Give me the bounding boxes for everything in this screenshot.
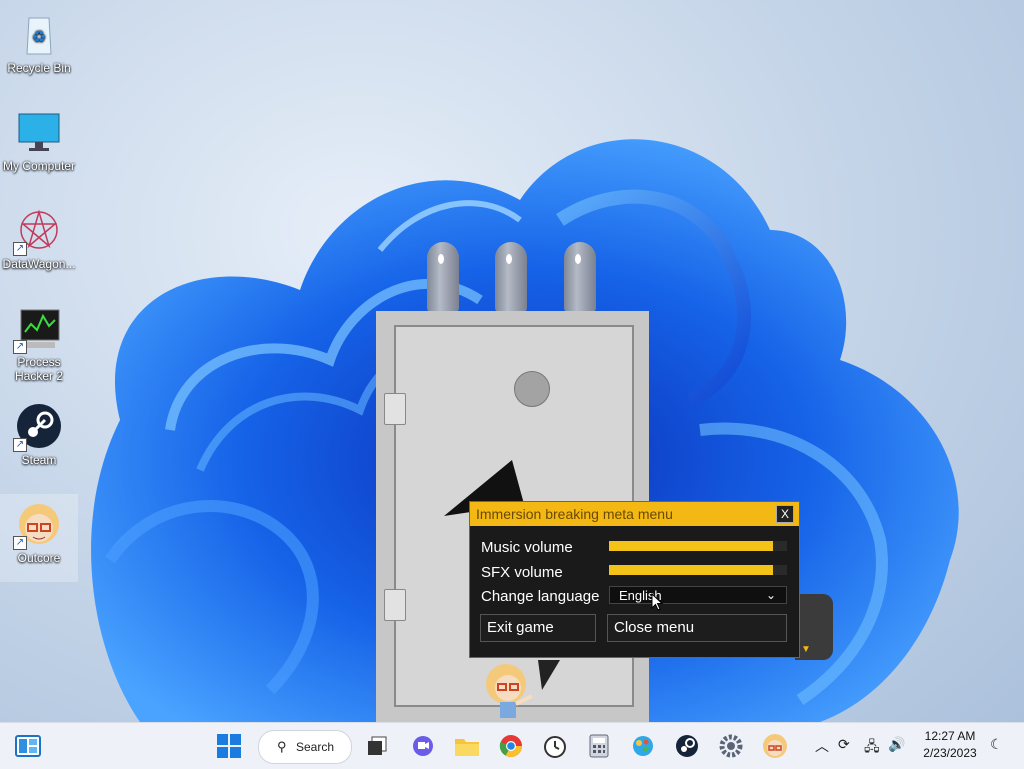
file-explorer-icon[interactable] bbox=[452, 731, 482, 761]
desktop-icon-label: Process Hacker 2 bbox=[14, 355, 64, 383]
shortcut-arrow-icon: ↗ bbox=[13, 340, 27, 354]
sfx-volume-label: SFX volume bbox=[481, 564, 563, 581]
mouse-cursor-icon bbox=[651, 593, 664, 611]
outcore-icon[interactable] bbox=[760, 731, 790, 761]
desktop-icon-label: DataWagon... bbox=[2, 257, 76, 271]
network-icon[interactable]: 🖧 bbox=[864, 736, 880, 760]
volume-icon[interactable]: 🔊 bbox=[888, 736, 905, 753]
calculator-icon[interactable] bbox=[584, 731, 614, 761]
sfx-volume-fill bbox=[609, 565, 773, 575]
process-hacker-icon: ↗ bbox=[13, 304, 63, 354]
outcore-icon: ↗ bbox=[13, 500, 63, 550]
steam-icon: ↗ bbox=[13, 402, 63, 452]
shortcut-arrow-icon: ↗ bbox=[13, 536, 27, 550]
language-dropdown[interactable]: English ⌄ bbox=[609, 586, 787, 604]
chat-icon[interactable] bbox=[408, 731, 438, 761]
music-volume-fill bbox=[609, 541, 773, 551]
clock-date: 2/23/2023 bbox=[923, 746, 977, 760]
exit-game-button[interactable]: Exit game bbox=[480, 614, 596, 642]
safe-knob[interactable] bbox=[514, 371, 550, 407]
desktop-icon-my-computer[interactable]: My Computer bbox=[0, 102, 78, 190]
bulb-icon bbox=[495, 242, 527, 312]
chrome-icon[interactable] bbox=[496, 731, 526, 761]
desktop-icon-datawagon[interactable]: ↗ DataWagon... bbox=[0, 200, 78, 288]
desktop-icon-label: My Computer bbox=[2, 159, 76, 173]
monitor-icon bbox=[15, 108, 63, 156]
datawagon-icon: ↗ bbox=[13, 206, 63, 256]
music-volume-label: Music volume bbox=[481, 539, 573, 556]
change-language-label: Change language bbox=[481, 588, 600, 605]
character-sprite[interactable] bbox=[480, 660, 570, 722]
task-view-icon[interactable] bbox=[362, 731, 392, 761]
desktop-icon-label: Steam bbox=[21, 453, 57, 467]
bulb-icon bbox=[564, 242, 596, 312]
desktop-icon-steam[interactable]: ↗ Steam bbox=[0, 396, 78, 484]
meta-menu-close-button[interactable]: X bbox=[776, 505, 794, 523]
shortcut-arrow-icon: ↗ bbox=[13, 242, 27, 256]
chevron-up-icon[interactable]: ︿ bbox=[815, 736, 829, 756]
widgets-icon[interactable] bbox=[13, 731, 43, 761]
bulb-icon bbox=[427, 242, 459, 312]
focus-moon-icon[interactable]: ☾ bbox=[990, 736, 1003, 753]
desktop-icon-recycle-bin[interactable]: ♻ Recycle Bin bbox=[0, 4, 78, 92]
close-menu-button[interactable]: Close menu bbox=[607, 614, 787, 642]
paint-icon[interactable] bbox=[628, 731, 658, 761]
taskbar-search[interactable]: ⚲ Search bbox=[258, 730, 352, 764]
sync-icon[interactable]: ⟳ bbox=[838, 736, 850, 753]
meta-menu-titlebar: Immersion breaking meta menu X bbox=[470, 502, 799, 526]
meta-side-panel: ▼ bbox=[795, 594, 833, 660]
clock-time: 12:27 AM bbox=[924, 729, 976, 743]
steam-icon[interactable] bbox=[672, 731, 702, 761]
scroll-down-icon[interactable]: ▼ bbox=[801, 644, 811, 655]
desktop-icon-outcore[interactable]: ↗ Outcore bbox=[0, 494, 78, 582]
clock-app-icon[interactable] bbox=[540, 731, 570, 761]
recycle-bin-icon: ♻ bbox=[15, 10, 63, 58]
shortcut-arrow-icon: ↗ bbox=[13, 438, 27, 452]
desktop-icon-process-hacker[interactable]: ↗ Process Hacker 2 bbox=[0, 298, 78, 388]
start-icon[interactable] bbox=[214, 731, 244, 761]
svg-text:♻: ♻ bbox=[32, 29, 46, 46]
sfx-volume-slider[interactable] bbox=[609, 565, 787, 575]
music-volume-slider[interactable] bbox=[609, 541, 787, 551]
chevron-down-icon: ⌄ bbox=[765, 588, 776, 602]
safe-hinge bbox=[384, 589, 406, 621]
safe-hinge bbox=[384, 393, 406, 425]
taskbar-clock[interactable]: 12:27 AM 2/23/2023 bbox=[915, 728, 985, 762]
desktop-icon-label: Outcore bbox=[17, 551, 61, 565]
search-icon: ⚲ bbox=[277, 739, 287, 754]
taskbar: ⚲ Search ︿ ⟳ 🖧 🔊 12:27 AM 2/23/2023 ☾ bbox=[0, 722, 1024, 769]
search-label: Search bbox=[296, 740, 335, 754]
meta-menu-title: Immersion breaking meta menu bbox=[476, 506, 673, 522]
meta-menu: Immersion breaking meta menu X Music vol… bbox=[469, 501, 800, 658]
settings-icon[interactable] bbox=[716, 731, 746, 761]
desktop-icon-label: Recycle Bin bbox=[7, 61, 71, 75]
